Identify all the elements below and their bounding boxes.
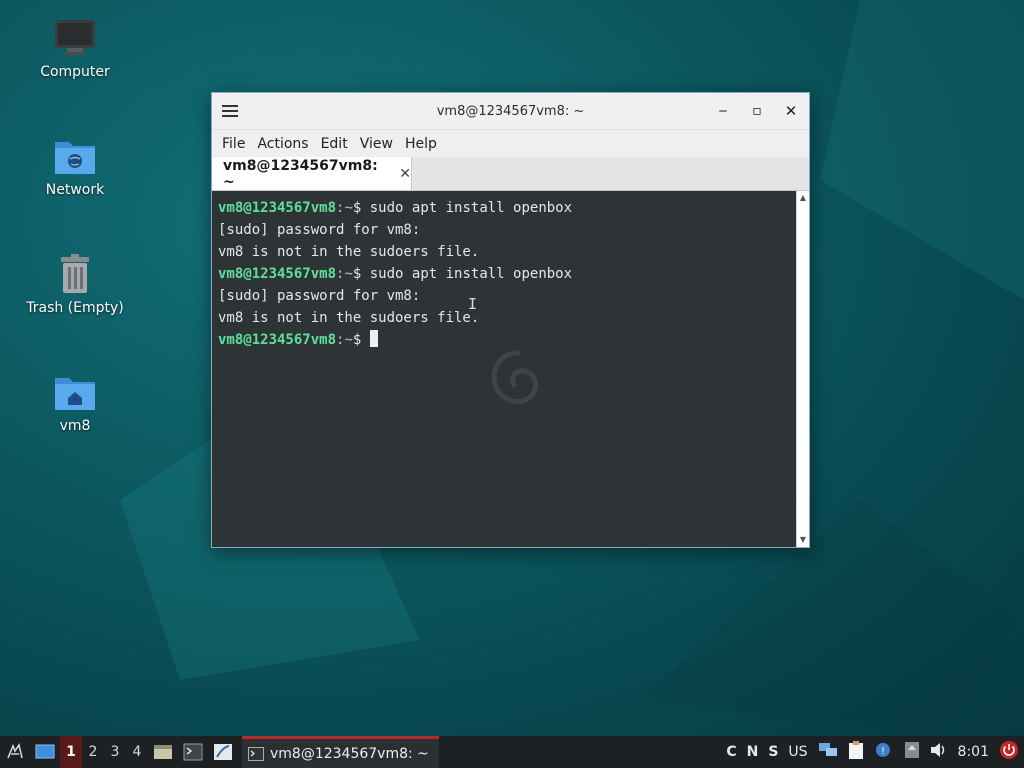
file-manager-icon[interactable] <box>148 736 178 768</box>
indicator-s[interactable]: S <box>768 744 778 760</box>
menu-bar: File Actions Edit View Help <box>212 129 809 157</box>
prompt-user: vm8@1234567vm8 <box>218 266 337 282</box>
indicator-n[interactable]: N <box>747 744 759 760</box>
tab-bar: vm8@1234567vm8: ~ ✕ <box>212 157 809 191</box>
power-icon[interactable] <box>999 740 1019 764</box>
terminal-prompt-line: vm8@1234567vm8:~$ sudo apt install openb… <box>218 197 572 219</box>
maximize-button[interactable]: ▫ <box>747 101 767 121</box>
taskbar-task-terminal[interactable]: vm8@1234567vm8: ~ <box>242 736 439 768</box>
prompt-path: :~ <box>336 266 353 282</box>
command-text <box>361 332 369 348</box>
scroll-up-icon[interactable]: ▲ <box>798 192 808 204</box>
terminal-output-line: vm8 is not in the sudoers file. <box>218 310 480 326</box>
workspace-4[interactable]: 4 <box>126 736 148 768</box>
terminal-output-line: [sudo] password for vm8: <box>218 222 421 238</box>
window-titlebar[interactable]: vm8@1234567vm8: ~ ‒ ▫ ✕ <box>212 93 809 129</box>
app-menu-icon[interactable] <box>0 736 30 768</box>
task-label: vm8@1234567vm8: ~ <box>270 745 429 762</box>
prompt-path: :~ <box>336 200 353 216</box>
desktop-icon-label: Computer <box>40 64 110 80</box>
desktop-icon-label: vm8 <box>59 418 91 434</box>
volume-icon[interactable] <box>930 742 948 762</box>
minimize-button[interactable]: ‒ <box>713 101 733 121</box>
terminal-task-icon <box>248 746 264 761</box>
debian-swirl-icon <box>491 350 539 404</box>
prompt-user: vm8@1234567vm8 <box>218 332 337 348</box>
svg-text:!: ! <box>881 746 885 757</box>
terminal-tab[interactable]: vm8@1234567vm8: ~ ✕ <box>212 157 412 190</box>
terminal-output-line: [sudo] password for vm8: <box>218 288 421 304</box>
clipboard-icon[interactable] <box>848 740 864 764</box>
desktop-icon-home[interactable]: vm8 <box>15 372 135 434</box>
workspace-3[interactable]: 3 <box>104 736 126 768</box>
command-text: sudo apt install openbox <box>361 200 573 216</box>
text-cursor-icon: I <box>468 295 478 313</box>
menu-view[interactable]: View <box>354 136 399 152</box>
hamburger-menu-icon[interactable] <box>222 102 238 118</box>
terminal-launcher-icon[interactable] <box>178 736 208 768</box>
workspace-2[interactable]: 2 <box>82 736 104 768</box>
desktop-icon-label: Trash (Empty) <box>26 300 124 316</box>
workspace-1[interactable]: 1 <box>60 736 82 768</box>
scroll-down-icon[interactable]: ▼ <box>798 534 808 546</box>
indicator-c[interactable]: C <box>726 744 736 760</box>
terminal-area[interactable]: vm8@1234567vm8:~$ sudo apt install openb… <box>212 191 797 547</box>
menu-file[interactable]: File <box>216 136 251 152</box>
network-folder-icon <box>55 142 95 174</box>
browser-launcher-icon[interactable] <box>208 736 238 768</box>
terminal-prompt-line: vm8@1234567vm8:~$ <box>218 329 572 351</box>
menu-actions[interactable]: Actions <box>251 136 314 152</box>
computer-icon <box>55 20 95 55</box>
terminal-output-line: vm8 is not in the sudoers file. <box>218 244 480 260</box>
taskbar: 1 2 3 4 vm8@1234567vm8: ~ C N S US ! 8:0… <box>0 736 1024 768</box>
updates-icon[interactable] <box>904 741 920 763</box>
tab-label: vm8@1234567vm8: ~ <box>223 157 378 190</box>
close-button[interactable]: ✕ <box>781 101 801 121</box>
background-shard <box>820 0 1024 300</box>
desktop-icon-label: Network <box>45 182 105 198</box>
menu-edit[interactable]: Edit <box>315 136 354 152</box>
desktop-icon-network[interactable]: Network <box>15 136 135 198</box>
terminal-prompt-line: vm8@1234567vm8:~$ sudo apt install openb… <box>218 263 572 285</box>
tab-close-icon[interactable]: ✕ <box>399 166 411 182</box>
prompt-user: vm8@1234567vm8 <box>218 200 337 216</box>
trash-icon <box>61 254 89 293</box>
home-folder-icon <box>55 378 95 410</box>
keyboard-layout[interactable]: US <box>788 744 807 760</box>
terminal-output: vm8@1234567vm8:~$ sudo apt install openb… <box>218 197 572 351</box>
system-tray: C N S US ! 8:01 <box>721 736 1024 768</box>
terminal-window: vm8@1234567vm8: ~ ‒ ▫ ✕ File Actions Edi… <box>211 92 810 548</box>
terminal-cursor <box>369 330 378 347</box>
show-desktop-icon[interactable] <box>30 736 60 768</box>
command-text: sudo apt install openbox <box>361 266 573 282</box>
notification-icon[interactable]: ! <box>874 741 894 763</box>
prompt-path: :~ <box>336 332 353 348</box>
network-icon[interactable] <box>818 741 838 763</box>
desktop-icon-trash[interactable]: Trash (Empty) <box>15 254 135 316</box>
clock[interactable]: 8:01 <box>958 744 989 760</box>
menu-help[interactable]: Help <box>399 136 443 152</box>
desktop-icon-computer[interactable]: Computer <box>15 18 135 80</box>
terminal-scrollbar[interactable]: ▲ ▼ <box>796 191 809 547</box>
